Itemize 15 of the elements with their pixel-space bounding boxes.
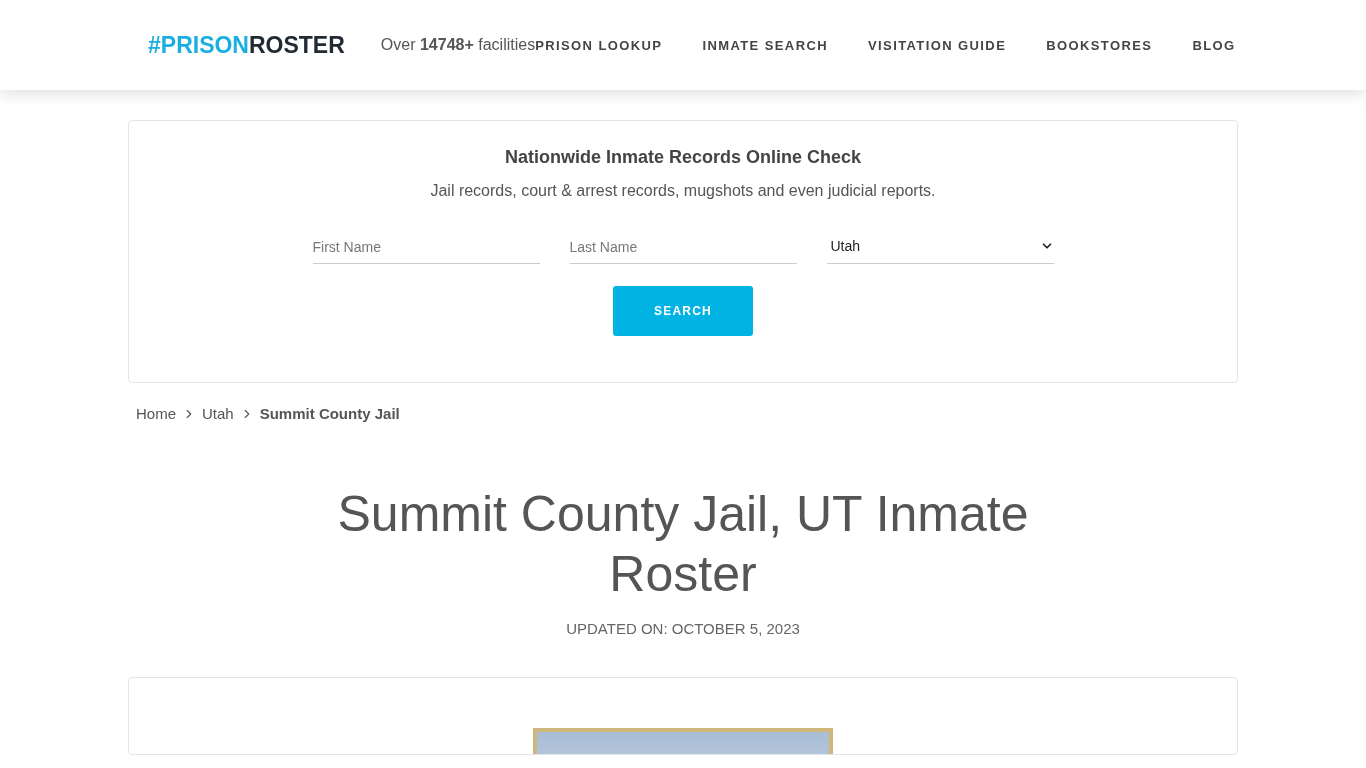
card-title: Nationwide Inmate Records Online Check — [504, 147, 862, 168]
facility-count: Over 14748+ facilities — [380, 36, 536, 54]
updated-date: UPDATED ON: OCTOBER 5, 2023 — [565, 620, 801, 637]
breadcrumb-link[interactable]: Summit County Jail — [259, 405, 400, 422]
page-title: Summit County Jail, UT Inmate Roster — [336, 485, 1030, 604]
nav-link[interactable]: VISITATION GUIDE — [868, 37, 1007, 53]
card-subtitle: Jail records, court & arrest records, mugshots and even judicial reports. — [430, 182, 936, 200]
breadcrumb-link[interactable]: Home — [136, 405, 176, 422]
nav-link[interactable]: PRISON LOOKUP — [535, 37, 663, 53]
nav-link[interactable]: BOOKSTORES — [1046, 37, 1153, 53]
nav-link[interactable]: BLOG — [1192, 37, 1236, 53]
state-select[interactable]: Utah — [826, 230, 1054, 264]
nav-link[interactable]: INMATE SEARCH — [702, 37, 828, 53]
breadcrumb-link[interactable]: Utah — [202, 405, 234, 422]
site-logo[interactable]: #PRISONROSTER — [148, 31, 345, 59]
